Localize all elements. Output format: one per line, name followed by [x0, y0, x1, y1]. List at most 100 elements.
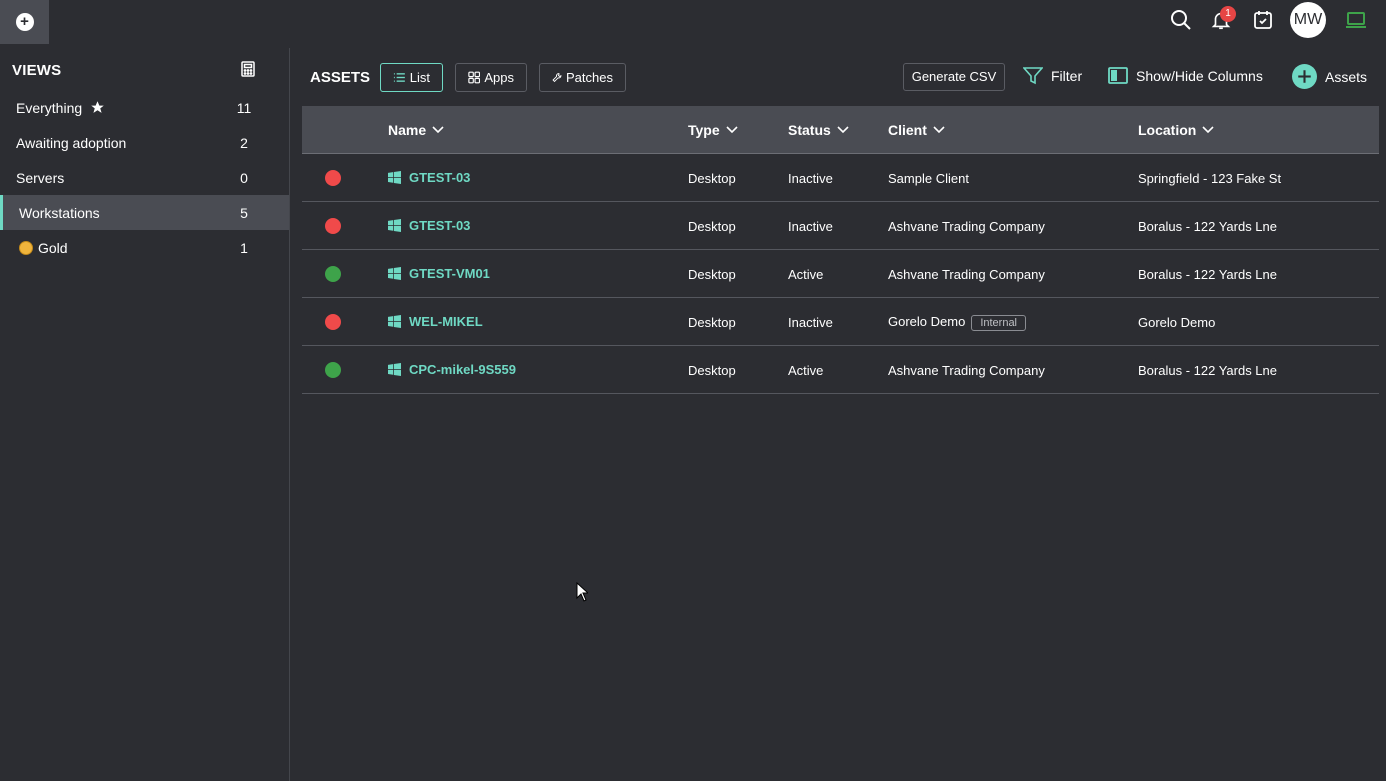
views-title: VIEWS: [12, 62, 62, 79]
sidebar-item-gold[interactable]: Gold 1: [0, 230, 289, 265]
asset-name-link[interactable]: WEL-MIKEL: [388, 314, 483, 329]
asset-location: Boralus - 122 Yards Lne: [1138, 363, 1277, 378]
column-header-client[interactable]: Client: [888, 122, 945, 138]
add-circle-icon: [1292, 64, 1317, 89]
filter-button[interactable]: Filter: [1023, 67, 1082, 85]
top-bar: + 1 MW: [0, 0, 1386, 44]
asset-name-link[interactable]: GTEST-03: [388, 218, 470, 233]
table-row[interactable]: GTEST-03 Desktop Inactive Ashvane Trading C…: [302, 202, 1379, 250]
asset-name-link[interactable]: GTEST-03: [388, 170, 470, 185]
asset-name: GTEST-03: [409, 218, 471, 233]
sidebar-item-label: Awaiting adoption: [16, 134, 127, 151]
asset-location: Gorelo Demo: [1138, 315, 1216, 330]
list-icon: [393, 73, 405, 82]
asset-client: Gorelo Demo Internal: [888, 314, 1027, 331]
asset-client: Ashvane Trading Company: [888, 363, 1045, 378]
asset-name: WEL-MIKEL: [409, 314, 483, 329]
asset-client-name: Ashvane Trading Company: [888, 219, 1045, 234]
sidebar-item-count: 1: [240, 239, 248, 256]
filter-label: Filter: [1051, 68, 1083, 84]
calendar-check-icon[interactable]: [1251, 8, 1275, 32]
windows-icon: [388, 363, 401, 376]
generate-csv-button[interactable]: Generate CSV: [903, 63, 1005, 91]
asset-status: Active: [788, 363, 824, 378]
page-title: ASSETS: [310, 69, 371, 86]
column-header-location[interactable]: Location: [1138, 122, 1214, 138]
show-hide-columns-button[interactable]: Show/Hide Columns: [1108, 67, 1263, 84]
notifications-button[interactable]: 1: [1210, 6, 1236, 32]
tab-label: List: [409, 70, 430, 85]
sidebar-item-label: Gold: [38, 239, 68, 256]
column-header-label: Client: [888, 122, 927, 138]
tab-apps[interactable]: Apps: [455, 63, 527, 92]
table-row[interactable]: GTEST-VM01 Desktop Active Ashvane Trading C…: [302, 250, 1379, 298]
sidebar-item-label: Workstations: [19, 204, 100, 221]
table-row[interactable]: WEL-MIKEL Desktop Inactive Gorelo Demo Inter…: [302, 298, 1379, 346]
sidebar-item-everything[interactable]: Everything 11: [0, 90, 289, 125]
asset-client: Ashvane Trading Company: [888, 267, 1045, 282]
asset-name-link[interactable]: CPC-mikel-9S559: [388, 362, 516, 377]
asset-location: Boralus - 122 Yards Lne: [1138, 219, 1277, 234]
laptop-icon[interactable]: [1344, 8, 1368, 32]
active-indicator: [0, 195, 3, 230]
grid-icon: [468, 71, 481, 84]
asset-name: CPC-mikel-9S559: [409, 362, 516, 377]
sidebar-item-servers[interactable]: Servers 0: [0, 160, 289, 195]
chevron-down-icon: [726, 126, 738, 134]
column-header-label: Status: [788, 122, 831, 138]
show-hide-label: Show/Hide Columns: [1136, 67, 1263, 84]
columns-icon: [1108, 67, 1128, 84]
tab-list[interactable]: List: [380, 63, 443, 92]
wrench-icon: [552, 73, 562, 83]
sidebar-item-count: 2: [240, 134, 248, 151]
asset-type: Desktop: [688, 267, 736, 282]
asset-status: Inactive: [788, 315, 833, 330]
asset-status: Active: [788, 267, 824, 282]
new-item-button[interactable]: +: [0, 0, 49, 44]
column-header-label: Name: [388, 122, 427, 138]
calculator-icon[interactable]: [240, 61, 256, 77]
status-dot: [325, 314, 341, 330]
column-header-label: Location: [1138, 122, 1197, 138]
add-assets-label: Assets: [1325, 68, 1368, 85]
asset-name-link[interactable]: GTEST-VM01: [388, 266, 490, 281]
sidebar-item-awaiting-adoption[interactable]: Awaiting adoption 2: [0, 125, 289, 160]
star-icon: [91, 101, 104, 113]
chevron-down-icon: [837, 126, 849, 134]
column-header-name[interactable]: Name: [388, 122, 444, 138]
search-icon[interactable]: [1169, 8, 1193, 32]
avatar[interactable]: MW: [1290, 2, 1326, 38]
chevron-down-icon: [1202, 126, 1214, 134]
tab-label: Apps: [484, 70, 514, 85]
asset-client: Ashvane Trading Company: [888, 219, 1045, 234]
asset-name: GTEST-03: [409, 170, 471, 185]
status-dot: [325, 170, 341, 186]
asset-type: Desktop: [688, 171, 736, 186]
asset-status: Inactive: [788, 171, 833, 186]
notification-badge: 1: [1220, 6, 1236, 22]
table-header: Name Type Status Client Location: [302, 106, 1379, 154]
table-row[interactable]: CPC-mikel-9S559 Desktop Active Ashvane Trad…: [302, 346, 1379, 394]
sidebar-item-label: Everything: [16, 99, 83, 116]
column-header-type[interactable]: Type: [688, 122, 738, 138]
sidebar-item-workstations[interactable]: Workstations 5: [0, 195, 289, 230]
table-row[interactable]: GTEST-03 Desktop Inactive Sample Client Spri…: [302, 154, 1379, 202]
asset-client: Sample Client: [888, 171, 969, 186]
plus-icon: +: [15, 13, 34, 31]
asset-type: Desktop: [688, 363, 736, 378]
chevron-down-icon: [933, 126, 945, 134]
asset-client-name: Ashvane Trading Company: [888, 267, 1045, 282]
asset-name: GTEST-VM01: [409, 266, 490, 281]
add-assets-button[interactable]: Assets: [1292, 64, 1367, 89]
gold-coin-icon: [19, 240, 33, 255]
sidebar-item-label: Servers: [16, 169, 65, 186]
tab-patches[interactable]: Patches: [539, 63, 626, 92]
windows-icon: [388, 171, 401, 184]
windows-icon: [388, 315, 401, 328]
column-header-status[interactable]: Status: [788, 122, 849, 138]
asset-location: Boralus - 122 Yards Lne: [1138, 267, 1277, 282]
status-dot: [325, 362, 341, 378]
windows-icon: [388, 267, 401, 280]
tab-label: Patches: [566, 70, 613, 85]
internal-tag: Internal: [971, 315, 1027, 331]
